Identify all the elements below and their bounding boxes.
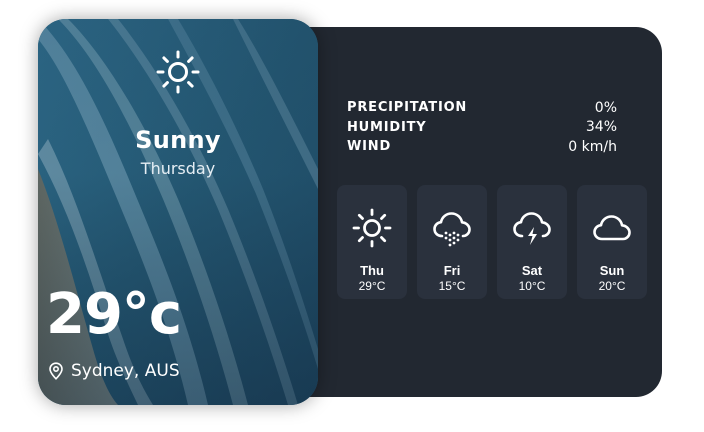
weather-stats: PRECIPITATION 0% HUMIDITY 34% WIND 0 km/…	[347, 98, 617, 157]
forecast-day: Sun	[599, 263, 625, 278]
sun-icon	[156, 50, 200, 94]
sun-icon	[352, 208, 392, 248]
forecast-tile-thu[interactable]: Thu 29°C	[337, 185, 407, 299]
forecast-temp: 10°C	[518, 279, 546, 293]
current-weather-card: Sunny Thursday 29°c Sydney, AUS	[38, 19, 318, 405]
stat-value: 0%	[594, 99, 617, 116]
current-day: Thursday	[140, 159, 216, 178]
forecast-list: Thu 29°C Fri 15°C Sat 10°C Sun 20°C	[337, 185, 647, 299]
cloud-lightning-icon	[513, 212, 551, 245]
cloud-hail-icon	[433, 212, 471, 247]
current-temperature: 29°c	[46, 282, 182, 347]
map-pin-icon	[49, 362, 63, 380]
forecast-temp: 15°C	[438, 279, 466, 293]
stat-value: 0 km/h	[568, 138, 617, 155]
forecast-tile-sun[interactable]: Sun 20°C	[577, 185, 647, 299]
stat-row-humidity: HUMIDITY 34%	[347, 118, 617, 138]
stat-label: HUMIDITY	[347, 119, 427, 135]
forecast-tile-sat[interactable]: Sat 10°C	[497, 185, 567, 299]
stat-row-wind: WIND 0 km/h	[347, 137, 617, 157]
stat-label: PRECIPITATION	[347, 100, 468, 116]
current-condition: Sunny	[135, 126, 221, 154]
stat-row-precipitation: PRECIPITATION 0%	[347, 98, 617, 118]
current-location: Sydney, AUS	[48, 361, 180, 381]
forecast-day: Thu	[360, 263, 384, 278]
forecast-day: Fri	[443, 263, 461, 278]
forecast-tile-fri[interactable]: Fri 15°C	[417, 185, 487, 299]
stat-label: WIND	[347, 139, 392, 155]
forecast-temp: 29°C	[358, 279, 386, 293]
forecast-day: Sat	[521, 263, 543, 278]
stat-value: 34%	[585, 119, 617, 136]
forecast-temp: 20°C	[598, 279, 626, 293]
location-label: Sydney, AUS	[71, 361, 180, 381]
weather-widget: Sunny Thursday 29°c Sydney, AUS PRECIPIT…	[0, 0, 704, 432]
cloud-icon	[593, 215, 631, 241]
